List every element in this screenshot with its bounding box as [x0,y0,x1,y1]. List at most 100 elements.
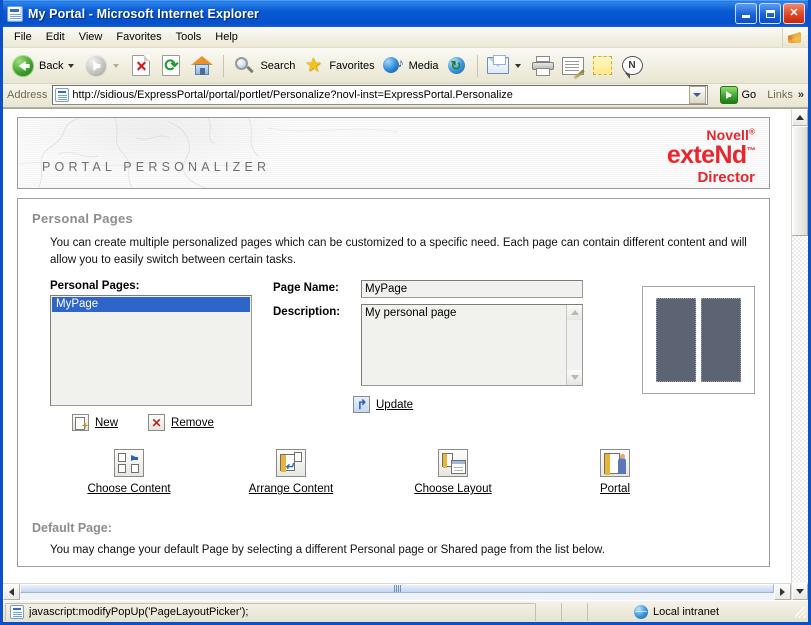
scroll-down-button[interactable] [792,583,808,600]
description-scrollbar[interactable] [566,305,582,386]
new-page-button[interactable]: New [72,414,118,432]
security-zone-cell[interactable]: Local intranet [587,602,792,621]
pages-list-label: Personal Pages: [50,280,140,293]
menu-item-tools[interactable]: Tools [169,29,209,45]
choose-content-link[interactable]: Choose Content [87,483,170,495]
notes-button[interactable] [588,51,617,81]
layout-preview [642,286,755,395]
menu-bar: File Edit View Favorites Tools Help [3,27,808,48]
back-button[interactable]: Back [8,51,81,81]
layout-column-block [656,298,696,383]
mail-button[interactable] [483,51,528,81]
description-label: Description: [273,306,341,319]
page-actions: Choose Content ↵ Arrange Content Choose … [32,449,755,495]
scroll-up-button[interactable] [567,305,582,321]
stop-button[interactable]: ✕ [126,51,156,81]
home-button[interactable] [186,51,218,81]
remove-page-link[interactable]: Remove [171,417,214,429]
page-name-input[interactable]: MyPage [361,280,583,299]
arrange-content-action[interactable]: ↵ Arrange Content [210,449,372,495]
address-label: Address [7,89,48,101]
menu-item-help[interactable]: Help [208,29,245,45]
personalize-form-row: Personal Pages: MyPage New [32,280,755,432]
update-row: Update [273,396,623,414]
chevron-up-icon [796,115,804,120]
toolbar-separator-2 [476,54,478,77]
back-dropdown-icon[interactable] [68,63,75,68]
horizontal-scrollbar[interactable] [3,583,791,600]
logo-director-text: Director [697,169,755,186]
page-name-label: Page Name: [273,282,339,295]
horizontal-scroll-thumb[interactable] [20,584,774,593]
scroll-down-button[interactable] [567,370,582,386]
minimize-button[interactable] [735,3,757,24]
edit-button[interactable] [558,51,588,81]
window-titlebar: My Portal - Microsoft Internet Explorer … [3,0,808,27]
personal-pages-panel: Personal Pages You can create multiple p… [17,198,770,568]
refresh-icon [162,55,181,76]
list-item[interactable]: MyPage [52,297,250,313]
arrange-content-link[interactable]: Arrange Content [249,483,333,495]
messenger-button[interactable]: N [617,51,648,81]
print-button[interactable] [528,51,558,81]
update-link[interactable]: Update [376,399,413,411]
go-button[interactable]: Go [713,85,760,105]
portal-action[interactable]: Portal [534,449,696,495]
address-dropdown-button[interactable] [688,86,706,104]
search-icon [233,55,255,77]
remove-page-icon [148,414,166,432]
links-bar[interactable]: Links » [767,89,806,101]
description-text[interactable]: My personal page [362,305,566,385]
menu-item-favorites[interactable]: Favorites [109,29,168,45]
menu-item-file[interactable]: File [7,29,39,45]
horizontal-scroll-track[interactable] [20,584,774,600]
arrange-content-icon: ↵ [276,449,306,478]
edit-page-icon [561,56,585,80]
update-button[interactable]: Update [353,396,413,414]
scroll-up-button[interactable] [792,109,808,126]
search-button[interactable]: Search [229,51,298,81]
choose-content-action[interactable]: Choose Content [48,449,210,495]
printer-icon [531,55,554,76]
vertical-scroll-track[interactable] [792,236,808,583]
refresh-button[interactable] [156,51,186,81]
scroll-left-button[interactable] [3,584,20,600]
maximize-button[interactable] [759,3,781,24]
new-page-icon [72,414,89,432]
choose-layout-link[interactable]: Choose Layout [414,483,491,495]
chevron-right-icon[interactable]: » [798,89,804,101]
section-title: Personal Pages [32,211,134,226]
menu-item-edit[interactable]: Edit [39,29,72,45]
history-button[interactable]: ↻ [442,51,472,81]
ie-logo-icon [7,5,23,22]
status-message-cell: javascript:modifyPopUp('PageLayoutPicker… [5,602,535,621]
menu-item-view[interactable]: View [72,29,110,45]
web-page: PORTAL PERSONALIZER Novell® exteNd™ Dire… [3,109,791,583]
resize-grip-icon[interactable] [792,604,808,620]
layout-column-block [701,298,741,383]
vertical-scroll-thumb[interactable] [792,126,808,236]
media-button[interactable]: ♪ Media [378,51,442,81]
scroll-right-button[interactable] [774,584,791,600]
mail-dropdown-icon[interactable] [514,63,521,68]
address-input[interactable]: http://sidious/ExpressPortal/portal/port… [52,85,708,105]
vertical-scrollbar[interactable] [791,109,808,600]
messenger-bubble-icon: N [621,56,643,79]
list-actions: New Remove [50,414,263,432]
default-page-title: Default Page: [32,521,112,536]
personal-pages-listbox[interactable]: MyPage [50,295,252,407]
portal-link[interactable]: Portal [600,483,630,495]
description-textarea[interactable]: My personal page [361,304,583,387]
forward-dropdown-icon[interactable] [113,63,120,68]
forward-button[interactable] [81,51,126,81]
history-icon: ↻ [446,55,468,77]
go-label: Go [741,89,757,101]
favorites-button[interactable]: Favorites [298,51,377,81]
remove-page-button[interactable]: Remove [148,414,214,432]
sticky-note-icon [592,56,612,75]
description-row: Description: My personal page [273,304,623,387]
close-button[interactable]: ✕ [783,3,805,24]
page-viewport: PORTAL PERSONALIZER Novell® exteNd™ Dire… [3,108,808,600]
choose-layout-action[interactable]: Choose Layout [372,449,534,495]
new-page-link[interactable]: New [95,417,118,429]
